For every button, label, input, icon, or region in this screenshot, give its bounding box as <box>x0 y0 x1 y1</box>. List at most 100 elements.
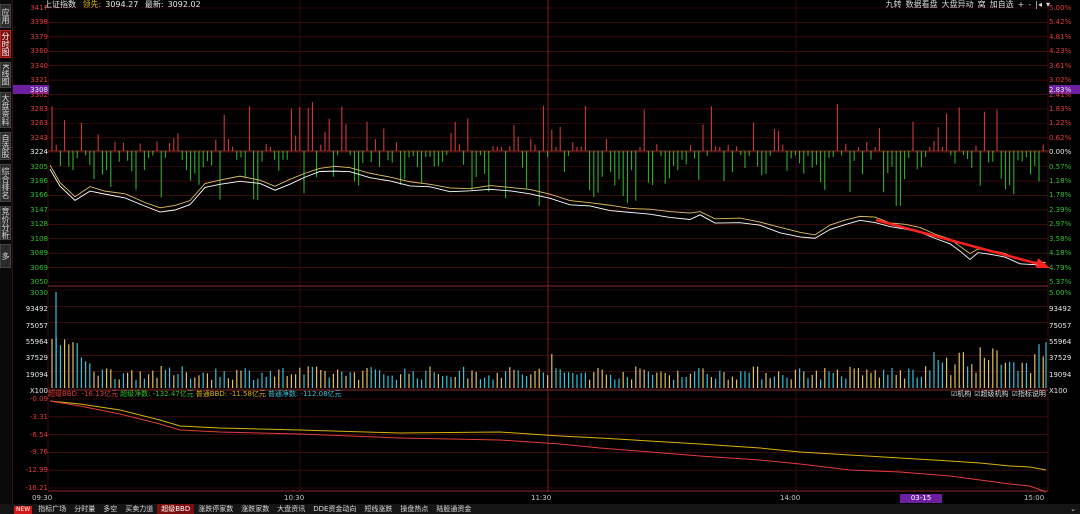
bbd-axis-label: -16.21 <box>25 484 48 492</box>
bbd-legend-option[interactable]: ☑超级机构 <box>974 390 1008 398</box>
chart-toolbar: 九转 数据看盘 大盘异动窝加自选 + - |◂ ▾ <box>882 0 1050 10</box>
sidebar-item[interactable]: 竞价分析 <box>0 206 11 240</box>
trend-arrow-line <box>875 218 1047 268</box>
price-axis-label-left: 3379 <box>30 32 48 41</box>
indicator-tab[interactable]: 短线涨跌 <box>360 504 396 514</box>
bbd-legend-options: ☑机构 ☑超级机构 ☑指标说明 <box>948 390 1046 399</box>
intraday-chart-canvas[interactable] <box>0 0 1080 514</box>
price-axis-label-left: 3089 <box>30 249 48 258</box>
price-axis-label-right: 3.02% <box>1049 76 1072 85</box>
indicator-tab[interactable]: 操盘热点 <box>396 504 432 514</box>
price-axis-label-left: 3417 <box>30 4 48 12</box>
price-axis-label-left: 3243 <box>30 133 48 142</box>
indicator-tab[interactable]: DDE资金动向 <box>309 504 360 514</box>
cursor-time-label: 03-15 14:34 <box>900 494 942 511</box>
lead-value: 3094.27 <box>105 0 139 9</box>
price-axis-label-left: 3224 <box>30 148 48 157</box>
price-axis-label-left: 3069 <box>30 263 48 272</box>
bbd-axis-label: -6.54 <box>29 430 48 439</box>
volume-axis-label-left: 37529 <box>25 354 48 363</box>
left-sidebar: 应用分时图 K线图大盘资料自选股综合排名竞价分析多 <box>0 0 13 504</box>
toolbar-item[interactable]: 九转 <box>886 0 902 9</box>
bbd-axis-label: -9.76 <box>29 448 48 457</box>
indicator-tab[interactable]: 买卖力道 <box>121 504 157 514</box>
volume-axis-label-left: 75057 <box>25 321 48 330</box>
volume-axis-label-right: 19094 <box>1049 370 1072 379</box>
bbd-legend: 超级BBD: -16.13亿元 超级净数: -132.47亿元 普通BBD: -11… <box>48 390 344 399</box>
indicator-tab[interactable]: 陆股通资金 <box>432 504 475 514</box>
sidebar-item[interactable]: K线图 <box>0 62 11 88</box>
volume-axis-label-right: X100 <box>1049 387 1068 395</box>
lead-label: 领先: <box>82 0 102 9</box>
volume-axis-label-left: X100 <box>29 387 48 395</box>
indicator-tab[interactable]: 超级BBD <box>157 504 195 514</box>
price-axis-label-right: 0.62% <box>1049 133 1072 142</box>
price-axis-label-left: 3186 <box>30 177 48 186</box>
bbd-legend-item: 普通净数: -112.08亿元 <box>267 390 342 398</box>
toolbar-item[interactable]: |◂ <box>1035 0 1042 9</box>
price-axis-label-left: 3398 <box>30 18 48 27</box>
indicator-tab[interactable]: 多空 <box>99 504 121 514</box>
price-highlight-right: 2.83% <box>1049 86 1072 94</box>
toolbar-item[interactable]: 加自选 <box>990 0 1014 9</box>
time-axis-label: 11:30 <box>531 494 552 502</box>
price-axis-label-right: 5.37% <box>1049 278 1072 286</box>
time-axis-label: 10:30 <box>284 494 305 502</box>
price-axis-label-right: 2.39% <box>1049 205 1072 214</box>
price-axis-label-right: 1.18% <box>1049 177 1072 186</box>
tab-scroll-icon[interactable]: ⌄ <box>1070 504 1076 514</box>
indicator-tab[interactable]: 分时量 <box>70 504 99 514</box>
sidebar-item[interactable]: 应用 <box>0 4 11 28</box>
price-axis-label-left: 3360 <box>30 47 48 56</box>
toolbar-item[interactable]: 窝 <box>978 0 986 9</box>
sidebar-item[interactable]: 综合排名 <box>0 164 11 202</box>
price-axis-label-right: 3.58% <box>1049 234 1072 243</box>
price-axis-label-left: 3283 <box>30 104 48 113</box>
price-axis-label-left: 3147 <box>30 205 48 214</box>
price-axis-label-left: 3340 <box>30 61 48 70</box>
sidebar-item[interactable]: 自选股 <box>0 132 11 160</box>
volume-axis-label-left: 93492 <box>25 305 48 314</box>
price-axis-label-right: 1.22% <box>1049 119 1072 128</box>
latest-value: 3092.02 <box>167 0 201 9</box>
price-axis-label-right: 4.23% <box>1049 47 1072 56</box>
price-axis-label-left: 3321 <box>30 76 48 85</box>
bbd-legend-item: 普通BBD: -11.58亿元 <box>195 390 266 398</box>
price-axis-label-right: 5.42% <box>1049 18 1072 27</box>
price-axis-label-left: 3263 <box>30 119 48 128</box>
indicator-tab[interactable]: 指标广场 <box>34 504 70 514</box>
time-axis-label: 14:00 <box>780 494 801 502</box>
toolbar-item[interactable]: 大盘异动 <box>942 0 974 9</box>
price-axis-label-left: 3166 <box>30 191 48 200</box>
sidebar-item[interactable]: 大盘资料 <box>0 92 11 128</box>
indicator-tabs: NEW 指标广场 分时量 多空 买卖力道 超级BBD 涨跌停家数 涨跌家数 大盘资讯 DDE资金动… <box>0 504 1080 514</box>
indicator-tab[interactable]: 涨跌停家数 <box>194 504 237 514</box>
bbd-legend-option[interactable]: ☑指标说明 <box>1012 390 1046 398</box>
price-axis-label-left: 3050 <box>30 278 48 286</box>
price-axis-label-right: 1.83% <box>1049 104 1072 113</box>
price-axis-label-right: 5.00% <box>1049 4 1072 12</box>
indicator-tab[interactable]: 大盘资讯 <box>273 504 309 514</box>
price-axis-label-left: 3108 <box>30 234 48 243</box>
bbd-axis-label: -0.09 <box>29 395 48 403</box>
indicator-tab[interactable]: 涨跌家数 <box>237 504 273 514</box>
time-axis-label: 09:30 <box>32 494 53 502</box>
bbd-legend-item: 超级净数: -132.47亿元 <box>120 390 194 398</box>
toolbar-item[interactable]: 数据看盘 <box>906 0 938 9</box>
sidebar-item[interactable]: 分时图 <box>0 30 11 58</box>
toolbar-item[interactable]: + <box>1018 0 1025 9</box>
volume-axis-label-right: 5.00% <box>1049 289 1072 297</box>
new-badge: NEW <box>14 506 33 514</box>
bbd-legend-option[interactable]: ☑机构 <box>951 390 971 398</box>
toolbar-item[interactable]: - <box>1028 0 1031 9</box>
volume-axis-label-right: 55964 <box>1049 338 1072 346</box>
sidebar-item[interactable]: 多 <box>0 244 11 268</box>
price-axis-label-right: 2.97% <box>1049 220 1072 229</box>
bbd-axis-label: -3.31 <box>29 412 48 421</box>
price-axis-label-right: 0.57% <box>1049 162 1072 171</box>
latest-label: 最新: <box>144 0 164 9</box>
price-axis-label-left: 3205 <box>30 162 48 171</box>
price-axis-label-right: 1.78% <box>1049 191 1072 200</box>
volume-axis-label-left: 3030 <box>30 289 48 297</box>
price-axis-label-right: 4.81% <box>1049 32 1072 41</box>
